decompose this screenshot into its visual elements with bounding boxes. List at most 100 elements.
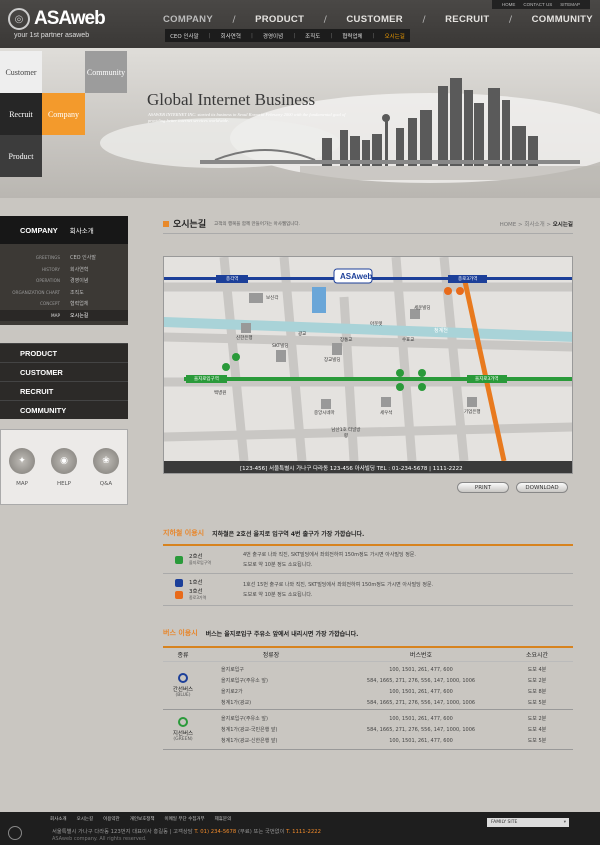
logo[interactable]: ◎ ASAweb [8, 8, 106, 30]
bus-table-header: 종류 정류장 버스번호 소요시간 [163, 648, 573, 662]
bus-time: 도보 4분 [527, 667, 547, 673]
bus-type: 간선버스 (BLUE) [163, 662, 203, 709]
footer-link[interactable]: 제휴문의 [215, 816, 232, 822]
bus-stop: 청계1가(광교-국민은행 앞) [221, 727, 278, 733]
lnb-item-history[interactable]: HISTORY 회사연혁 [0, 264, 128, 276]
lnb-item-operation[interactable]: OPERATION 경영이념 [0, 275, 128, 287]
page: ◎ ASAweb your 1st partner asaweb HOME CO… [0, 0, 600, 845]
lnb-recruit[interactable]: RECRUIT [0, 381, 128, 400]
desc-line: 도보로 약 10분 정도 소요됩니다. [243, 561, 313, 568]
bus-no: 100, 1501, 261, 477, 600 [389, 715, 453, 722]
left-nav: COMPANY 회사소개 GREETINGS CEO 인사말 HISTORY 회사연… [0, 216, 128, 505]
logo-globe-icon: ◎ [8, 8, 30, 30]
lnb-customer[interactable]: CUSTOMER [0, 362, 128, 381]
desc-line: 도보로 약 10분 정도 소요됩니다. [243, 591, 313, 598]
lnb-item-ko: 협력업체 [70, 301, 89, 308]
map-label-cinema: 중앙시네마 [314, 411, 335, 416]
subway-row: 1호선 3호선 종로3가역 1호선 15번 출구로 나와 직진, SKT빌딩에서 … [163, 574, 573, 606]
footer-link[interactable]: 개인보호정책 [130, 816, 155, 822]
line-label: 2호선 [189, 553, 203, 560]
bus-no: 100, 1501, 261, 477, 600 [389, 688, 453, 695]
subnav-org[interactable]: 조직도 [305, 32, 320, 40]
lnb-item-en: MAP [50, 312, 60, 318]
breadcrumb: HOME > 회사소개 > 오시는길 [499, 221, 573, 228]
line3-name: 3호선 종로3가역 [189, 589, 206, 601]
family-site-select[interactable]: FAMILY SITE [487, 818, 569, 827]
util-sitemap[interactable]: SITEMAP [560, 2, 580, 7]
quick-qa[interactable]: ❀ Q&A [93, 447, 119, 487]
subway-icon [175, 578, 183, 587]
map-label-janggyo: 장교빌딩 [324, 358, 341, 363]
download-button[interactable]: DOWNLOAD [516, 482, 568, 493]
quick-company-button[interactable]: Company [42, 93, 85, 135]
bus-type-sub: (GREEN) [173, 737, 193, 742]
bus-row: 청계1가(광교-국민은행 앞) 584, 1665, 271, 276, 556,… [203, 724, 573, 735]
help-icon: ◉ [51, 447, 77, 474]
subnav-ceo[interactable]: CEO 인사말 [170, 32, 199, 40]
bus-type-name: 간선버스 [172, 687, 194, 693]
bus-no: 584, 1665, 271, 276, 556, 147, 1000, 100… [366, 726, 476, 733]
gnb-customer[interactable]: CUSTOMER [346, 14, 403, 25]
content-title-bar: 오시는길 고객의 행복을 함께 만들어가는 아사웹입니다. HOME > 회사소… [163, 214, 573, 234]
quick-customer-button[interactable]: Customer [0, 51, 42, 93]
map-label-sewoon: 세운빌딩 [414, 306, 431, 311]
bus-stop: 청계1가(광교-신한은행 앞) [221, 738, 278, 744]
subnav-partner[interactable]: 협력업체 [342, 32, 362, 40]
lnb-item-en: GREETINGS [35, 255, 60, 261]
lnb-community[interactable]: COMMUNITY [0, 400, 128, 419]
subnav-history[interactable]: 회사연혁 [221, 32, 241, 40]
bus-row: 청계1가(광교-신한은행 앞) 100, 1501, 261, 477, 600 도… [203, 735, 573, 746]
bus-stop: 을지로입구 [221, 667, 245, 673]
lnb-item-concept[interactable]: CONCEPT 협력업체 [0, 298, 128, 310]
bus-stop: 을지로입구(주유소 앞) [221, 716, 268, 722]
lnb-item-en: CONCEPT [39, 301, 60, 307]
footer-link[interactable]: 이메일 무단 수집거부 [165, 816, 205, 822]
subway-title: 지하철 이용시 [163, 529, 205, 537]
lnb-item-en: ORGANIZATION CHART [12, 289, 60, 295]
sub-nav: CEO 인사말 | 회사연혁 | 경영이념 | 조직도 | 협력업체 | 오시는길 [165, 29, 410, 42]
footer-link[interactable]: 회사소개 [50, 816, 67, 822]
bus-icon [178, 717, 188, 727]
bus-type-name: 지선버스 [172, 731, 194, 737]
quick-product-button[interactable]: Product [0, 135, 42, 177]
gnb-company[interactable]: COMPANY [163, 14, 213, 25]
footer-link[interactable]: 이용약관 [103, 816, 120, 822]
util-home[interactable]: HOME [502, 2, 516, 7]
brand-tagline: your 1st partner asaweb [14, 32, 90, 39]
quick-help[interactable]: ◉ HELP [51, 447, 77, 487]
page-desc: 고객의 행복을 함께 만들어가는 아사웹입니다. [214, 221, 300, 227]
util-contact[interactable]: CONTACT US [523, 2, 552, 7]
map-label-shinhan: 신한은행 [236, 336, 253, 341]
lnb-item-map[interactable]: MAP 오시는길 [0, 309, 128, 321]
subnav-map[interactable]: 오시는길 [385, 32, 405, 40]
gnb-product[interactable]: PRODUCT [255, 14, 304, 25]
footer-link[interactable]: 오시는길 [77, 816, 94, 822]
crumb-company[interactable]: 회사소개 [524, 222, 544, 228]
lnb-item-ko: 경영이념 [70, 278, 89, 285]
asa-building [312, 287, 326, 313]
bus-stop: 청계1가(광교) [221, 700, 252, 706]
crumb-home[interactable]: HOME [500, 222, 517, 228]
footer: 회사소개 오시는길 이용약관 개인보호정책 이메일 무단 수집거부 제휴문의 서… [0, 812, 600, 845]
lnb-product[interactable]: PRODUCT [0, 343, 128, 362]
footer-logo-icon [8, 826, 22, 840]
slogan: Global Internet Business [147, 90, 316, 109]
quick-recruit-button[interactable]: Recruit [0, 93, 42, 135]
lnb-item-ko: 조직도 [70, 289, 84, 296]
map-label-gwanggyo: 광교 [298, 332, 307, 337]
gnb-recruit[interactable]: RECRUIT [445, 14, 489, 25]
lnb-item-org[interactable]: ORGANIZATION CHART 조직도 [0, 287, 128, 299]
bus-group-blue: 간선버스 (BLUE) 을지로입구 100, 1501, 261, 477, 600… [163, 662, 573, 710]
bus-icon [178, 673, 188, 683]
bus-time: 도보 4분 [527, 727, 547, 733]
print-button[interactable]: PRINT [457, 482, 509, 493]
gnb-community[interactable]: COMMUNITY [532, 14, 593, 25]
quick-community-button[interactable]: Community [85, 51, 127, 93]
subnav-operation[interactable]: 경영이념 [263, 32, 283, 40]
lnb-item-en: HISTORY [41, 266, 60, 272]
map-label-skt: SKT빌딩 [272, 344, 289, 349]
bus-time: 도보 2분 [527, 716, 547, 722]
brand-name: ASAweb [34, 8, 106, 29]
quick-map[interactable]: ✦ MAP [9, 447, 35, 487]
lnb-item-greetings[interactable]: GREETINGS CEO 인사말 [0, 252, 128, 264]
